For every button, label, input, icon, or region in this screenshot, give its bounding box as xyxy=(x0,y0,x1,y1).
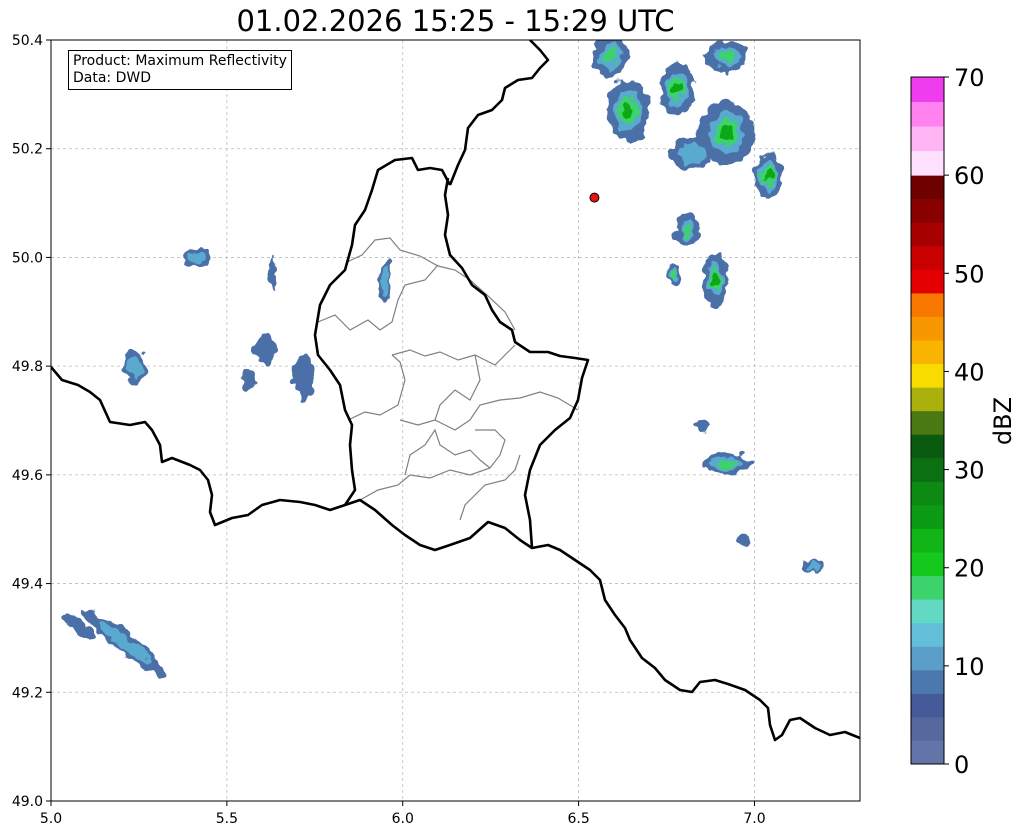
colorbar-segment xyxy=(911,198,944,223)
echo-cell xyxy=(255,333,277,367)
echo-cell xyxy=(293,355,315,399)
echo-cell xyxy=(720,125,733,140)
colorbar-segment xyxy=(911,316,944,341)
echo-cell xyxy=(186,250,204,265)
colorbar-tick-label: 20 xyxy=(954,555,985,583)
y-tick-label: 49.8 xyxy=(12,359,43,375)
colorbar-segment xyxy=(911,222,944,247)
colorbar: 0 10 20 30 40 50 60 70 xyxy=(910,64,985,779)
echo-cell xyxy=(128,356,142,377)
echo-cell xyxy=(713,273,719,286)
echo-cell xyxy=(765,171,772,181)
echo-cell xyxy=(623,103,633,118)
y-tick-label: 50.4 xyxy=(12,33,43,49)
colorbar-segment xyxy=(911,552,944,577)
colorbar-segment xyxy=(911,457,944,482)
colorbar-segment xyxy=(911,599,944,624)
colorbar-segment xyxy=(911,693,944,718)
y-axis: 49.0 49.2 49.4 49.6 49.8 50.0 50.2 50.4 xyxy=(12,33,51,810)
colorbar-segment xyxy=(911,387,944,412)
echo-cell xyxy=(673,82,681,95)
colorbar-segment xyxy=(911,340,944,365)
y-tick-label: 49.2 xyxy=(12,685,43,701)
y-tick-label: 49.6 xyxy=(12,468,43,484)
colorbar-segment xyxy=(911,669,944,694)
echo-cell xyxy=(694,420,709,432)
echo-cell xyxy=(736,534,751,546)
colorbar-segment xyxy=(911,410,944,435)
colorbar-tick-label: 70 xyxy=(954,64,985,92)
echo-cell xyxy=(807,563,821,571)
colorbar-segment xyxy=(911,504,944,529)
colorbar-segment xyxy=(911,575,944,600)
x-axis: 5.0 5.5 6.0 6.5 7.0 xyxy=(40,801,766,827)
colorbar-segment xyxy=(911,646,944,671)
colorbar-segment xyxy=(911,126,944,152)
echo-cell xyxy=(240,371,256,394)
y-tick-label: 49.4 xyxy=(12,577,43,593)
data-source-label: Data: DWD xyxy=(73,70,151,86)
echo-cell xyxy=(670,269,677,279)
colorbar-segment xyxy=(911,292,944,317)
echo-cell xyxy=(682,223,693,237)
colorbar-segment xyxy=(911,245,944,270)
y-tick-label: 49.0 xyxy=(12,794,43,810)
colorbar-label: dBZ xyxy=(989,397,1017,445)
colorbar-tick-label: 30 xyxy=(954,457,985,485)
echo-cell xyxy=(269,257,277,291)
echo-cell xyxy=(678,144,705,165)
colorbar-segment xyxy=(911,175,944,200)
colorbar-segment xyxy=(911,528,944,553)
echo-cell xyxy=(717,49,735,63)
colorbar-tick-label: 0 xyxy=(954,751,969,779)
x-tick-label: 5.0 xyxy=(40,811,62,827)
colorbar-tick-label: 60 xyxy=(954,162,985,190)
colorbar-tick-label: 50 xyxy=(954,260,985,288)
colorbar-segment xyxy=(911,740,944,765)
echo-cell xyxy=(380,265,390,293)
colorbar-tick-label: 10 xyxy=(954,653,985,681)
location-marker xyxy=(589,192,600,203)
colorbar-segment xyxy=(911,363,944,388)
colorbar-segment xyxy=(911,622,944,647)
colorbar-segment xyxy=(911,77,944,103)
colorbar-tick-label: 40 xyxy=(954,358,985,386)
echo-cell xyxy=(716,459,737,469)
x-tick-label: 6.0 xyxy=(392,811,414,827)
x-tick-label: 5.5 xyxy=(216,811,238,827)
colorbar-segment xyxy=(911,481,944,506)
colorbar-segment xyxy=(911,150,944,176)
colorbar-segment xyxy=(911,269,944,294)
x-tick-label: 7.0 xyxy=(743,811,765,827)
info-box: Product: Maximum Reflectivity Data: DWD xyxy=(68,50,292,90)
colorbar-segment xyxy=(911,716,944,741)
colorbar-segment xyxy=(911,101,944,127)
y-tick-label: 50.2 xyxy=(12,142,43,158)
radar-map: 5.0 5.5 6.0 6.5 7.0 49.0 49.2 49.4 49.6 49.8 50.0… xyxy=(12,33,1017,827)
x-tick-label: 6.5 xyxy=(567,811,589,827)
colorbar-segment xyxy=(911,434,944,459)
product-label: Product: Maximum Reflectivity xyxy=(73,53,287,69)
echo-cell xyxy=(603,47,618,66)
y-tick-label: 50.0 xyxy=(12,250,43,266)
